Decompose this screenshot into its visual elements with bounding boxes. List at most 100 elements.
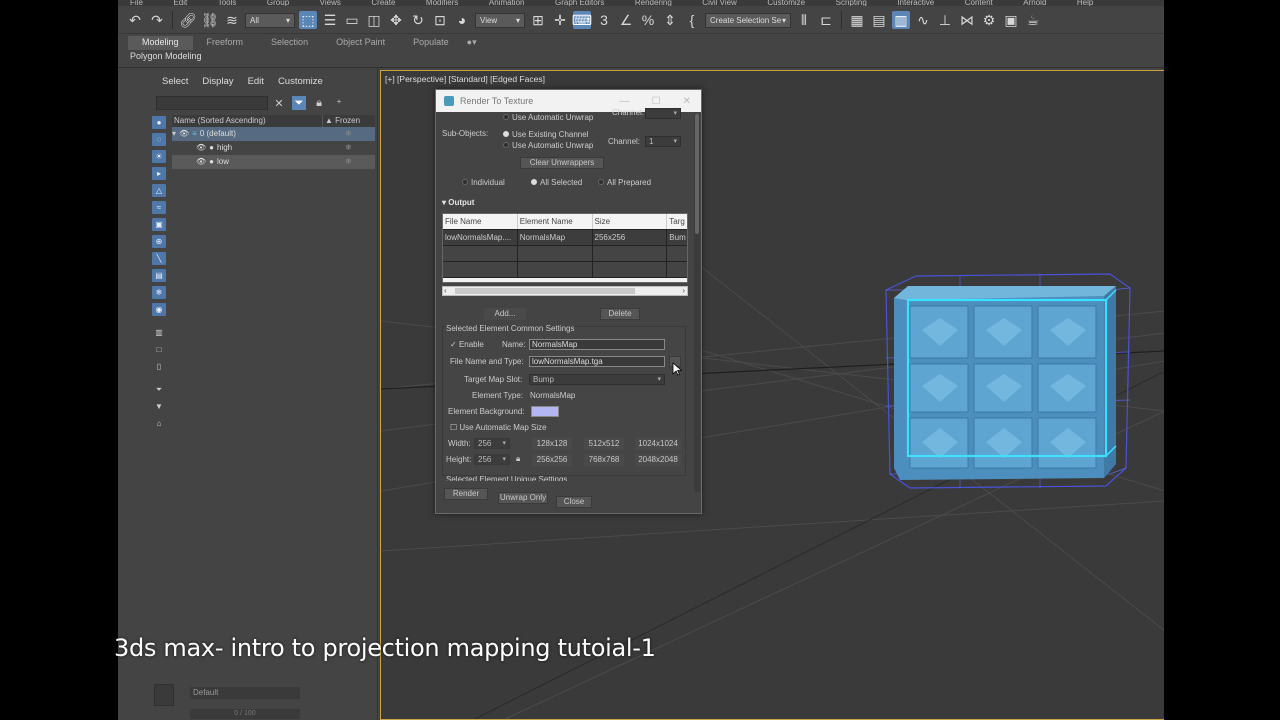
- render-button[interactable]: Render: [444, 488, 488, 500]
- se-menu-customize[interactable]: Customize: [278, 76, 323, 87]
- tab-modeling[interactable]: Modeling: [128, 36, 193, 50]
- menu-create[interactable]: Create: [371, 0, 395, 6]
- column-name-header[interactable]: Name (Sorted Ascending): [172, 115, 322, 127]
- radio-use-auto-unwrap-top[interactable]: [503, 114, 509, 120]
- close-button[interactable]: Close: [556, 496, 592, 508]
- selection-filter-select[interactable]: All ▾: [245, 12, 295, 28]
- select-object-icon[interactable]: ⬚: [299, 11, 317, 29]
- scroll-right-icon[interactable]: ›: [682, 286, 685, 295]
- named-selection-set-select[interactable]: Create Selection Se ▾: [705, 12, 791, 28]
- display-cameras-icon[interactable]: ▸: [152, 167, 166, 180]
- filter-icon[interactable]: ⏷: [292, 96, 306, 110]
- lock-icon[interactable]: 🔒︎: [312, 96, 326, 110]
- display-geometry-icon[interactable]: ●: [152, 116, 166, 129]
- radio-all-prepared[interactable]: [598, 179, 604, 185]
- preset-2048-button[interactable]: 2048x2048: [635, 454, 681, 466]
- use-auto-map-size-checkbox[interactable]: ☐ Use Automatic Map Size: [450, 423, 547, 432]
- element-background-color-swatch[interactable]: [531, 406, 559, 417]
- rectangular-selection-icon[interactable]: ▭: [343, 11, 361, 29]
- add-element-button[interactable]: Add...: [484, 308, 526, 320]
- delete-element-button[interactable]: Delete: [600, 308, 640, 320]
- tab-freeform[interactable]: Freeform: [193, 36, 258, 50]
- display-containers-icon[interactable]: ▤: [152, 269, 166, 282]
- channel-select[interactable]: 1: [645, 136, 681, 147]
- menu-group[interactable]: Group: [267, 0, 289, 6]
- radio-all-selected[interactable]: [531, 179, 537, 185]
- table-row[interactable]: lowNormalsMap.... NormalsMap 256x256 Bum: [443, 230, 687, 246]
- scene-search-input[interactable]: [156, 96, 268, 110]
- display-invert-icon[interactable]: ▯: [152, 360, 166, 373]
- scene-row-default-layer[interactable]: ▾ 👁︎ ≡ 0 (default) ❄: [172, 127, 375, 141]
- channel-top-select[interactable]: [645, 108, 681, 119]
- rotate-icon[interactable]: ↻: [409, 11, 427, 29]
- display-groups-icon[interactable]: ▣: [152, 218, 166, 231]
- ribbon-options-icon[interactable]: ●▾: [463, 36, 481, 50]
- tab-selection[interactable]: Selection: [257, 36, 322, 50]
- display-all-icon[interactable]: ▥: [152, 326, 166, 339]
- preset-1024-button[interactable]: 1024x1024: [635, 438, 681, 450]
- menu-rendering[interactable]: Rendering: [635, 0, 672, 6]
- table-row-empty[interactable]: [443, 246, 687, 262]
- radio-individual[interactable]: [462, 179, 468, 185]
- menu-interactive[interactable]: Interactive: [897, 0, 934, 6]
- clear-search-icon[interactable]: ✕: [272, 96, 286, 110]
- display-lights-icon[interactable]: ☀: [152, 150, 166, 163]
- display-helpers-icon[interactable]: △: [152, 184, 166, 197]
- table-horizontal-scrollbar[interactable]: ‹ ›: [442, 286, 688, 296]
- preset-256-button[interactable]: 256x256: [532, 454, 572, 466]
- menu-graph-editors[interactable]: Graph Editors: [555, 0, 604, 6]
- menu-scripting[interactable]: Scripting: [836, 0, 867, 6]
- unwrap-only-button[interactable]: Unwrap Only: [498, 492, 548, 504]
- scene-explorer-icon[interactable]: ▦: [848, 11, 866, 29]
- menu-animation[interactable]: Animation: [489, 0, 525, 6]
- scrollbar-thumb[interactable]: [695, 114, 699, 234]
- scroll-left-icon[interactable]: ‹: [444, 286, 447, 295]
- menu-customize[interactable]: Customize: [767, 0, 805, 6]
- placement-icon[interactable]: ◕: [453, 11, 471, 29]
- add-layer-icon[interactable]: ⁺: [332, 96, 346, 110]
- material-editor-icon[interactable]: ⋈: [958, 11, 976, 29]
- file-name-type-field[interactable]: lowNormalsMap.tga: [529, 356, 665, 367]
- se-menu-select[interactable]: Select: [162, 76, 188, 87]
- window-crossing-icon[interactable]: ◫: [365, 11, 383, 29]
- menu-file[interactable]: File: [130, 0, 143, 6]
- preset-512-button[interactable]: 512x512: [584, 438, 624, 450]
- se-menu-edit[interactable]: Edit: [248, 76, 264, 87]
- time-slider-progress[interactable]: 0 / 100: [190, 709, 300, 719]
- element-name-field[interactable]: NormalsMap: [529, 339, 665, 350]
- frozen-toggle-icon[interactable]: ❄: [322, 127, 375, 141]
- percent-snap-icon[interactable]: %: [639, 11, 657, 29]
- scene-row-high[interactable]: 👁︎ ● high ❄: [172, 141, 375, 155]
- edit-named-selection-icon[interactable]: {: [683, 11, 701, 29]
- reference-coord-select[interactable]: View ▾: [475, 12, 525, 28]
- spinner-snap-icon[interactable]: ⇕: [661, 11, 679, 29]
- mirror-icon[interactable]: ⫴: [795, 11, 813, 29]
- frozen-toggle-icon[interactable]: ❄: [322, 155, 375, 169]
- preset-128-button[interactable]: 128x128: [532, 438, 572, 450]
- expand-arrow-icon[interactable]: ▾: [172, 127, 176, 141]
- radio-use-existing-channel[interactable]: [503, 131, 509, 137]
- pivot-point-icon[interactable]: ⊞: [529, 11, 547, 29]
- visibility-eye-icon[interactable]: 👁︎: [196, 141, 206, 155]
- move-icon[interactable]: ✥: [387, 11, 405, 29]
- minimize-icon[interactable]: —: [620, 96, 630, 107]
- select-manipulate-icon[interactable]: ✛: [551, 11, 569, 29]
- frozen-toggle-icon[interactable]: ❄: [322, 141, 375, 155]
- ribbon-panel-label[interactable]: Polygon Modeling: [130, 51, 202, 61]
- column-frozen-header[interactable]: ▲ Frozen: [322, 115, 375, 127]
- clear-unwrappers-button[interactable]: Clear Unwrappers: [520, 157, 604, 169]
- sync-selection-icon[interactable]: ⌂: [152, 417, 166, 430]
- menu-help[interactable]: Help: [1077, 0, 1093, 6]
- menu-edit[interactable]: Edit: [173, 0, 187, 6]
- target-map-slot-select[interactable]: Bump: [529, 374, 665, 385]
- rendered-frame-window-icon[interactable]: ▣: [1002, 11, 1020, 29]
- col-file-name[interactable]: File Name: [443, 214, 518, 229]
- display-hidden-icon[interactable]: ◉: [152, 303, 166, 316]
- scrollbar-thumb[interactable]: [455, 288, 635, 294]
- layer-explorer-icon[interactable]: ▤: [870, 11, 888, 29]
- undo-icon[interactable]: ↶: [126, 11, 144, 29]
- table-row-empty[interactable]: [443, 262, 687, 278]
- filter-selected-icon[interactable]: ⏷: [152, 383, 166, 396]
- menu-civil-view[interactable]: Civil View: [702, 0, 737, 6]
- bind-space-warp-icon[interactable]: ≋: [223, 11, 241, 29]
